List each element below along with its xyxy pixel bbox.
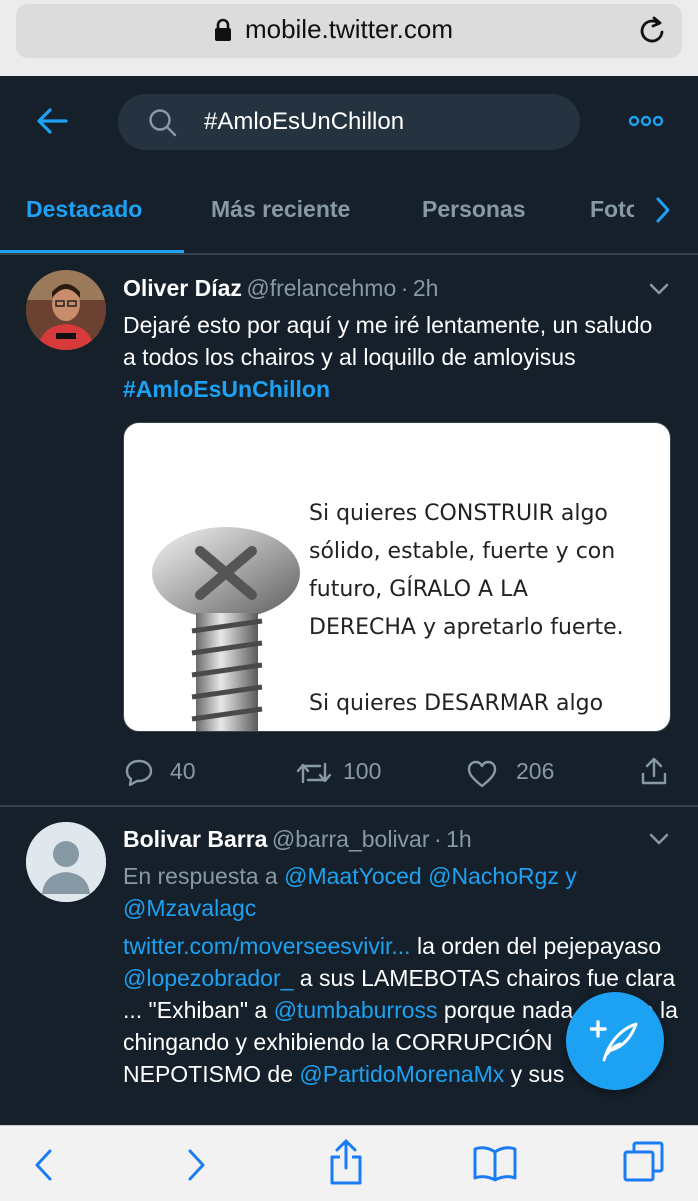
image-caption: Si quieres CONSTRUIR algo sólido, establ… (309, 495, 624, 731)
hashtag-link[interactable]: #AmloEsUnChillon (123, 376, 330, 402)
image-line: Si quieres DESARMAR algo (309, 691, 604, 716)
separator-dot: · (433, 826, 442, 852)
image-line (309, 647, 624, 685)
back-icon[interactable] (32, 1148, 54, 1182)
tweet-time[interactable]: 2h (413, 275, 439, 301)
image-line: DERECHA y apretarlo fuerte. (309, 615, 624, 640)
search-query[interactable]: #AmloEsUnChillon (204, 108, 404, 136)
tab-fotos[interactable]: Fotos (590, 196, 634, 223)
image-line: sólido, estable, fuerte y con (309, 539, 616, 564)
separator-dot: · (400, 275, 409, 301)
author-handle[interactable]: @frelancehmo (246, 275, 396, 301)
more-icon[interactable] (628, 114, 664, 128)
image-line: que NO SIRVA (309, 723, 624, 731)
tweet-text-body: chingando y exhibiendo la CORRUPCIÓN (123, 1029, 553, 1055)
tweet-header: Bolivar Barra @barra_bolivar · 1h (123, 826, 472, 853)
browser-url-bar: mobile.twitter.com (0, 0, 698, 76)
mention-link[interactable]: @NachoRgz (428, 863, 559, 889)
forward-icon[interactable] (186, 1148, 208, 1182)
tweet-text-body: la orden del pejepayaso (410, 933, 662, 959)
mention-link[interactable]: @PartidoMorenaMx (299, 1061, 504, 1087)
reply-icon[interactable] (124, 758, 154, 786)
compose-tweet-button[interactable] (566, 992, 664, 1090)
avatar[interactable] (26, 270, 106, 350)
arrow-left-icon[interactable] (36, 106, 68, 136)
retweet-icon[interactable] (296, 760, 332, 786)
search-icon (149, 109, 177, 137)
chevron-down-icon[interactable] (648, 832, 670, 846)
tab-mas-reciente[interactable]: Más reciente (211, 196, 350, 223)
compose-tweet-icon (590, 1020, 638, 1062)
tweet-image[interactable]: Si quieres CONSTRUIR algo sólido, establ… (123, 422, 671, 732)
tweet-divider (0, 805, 698, 807)
share-icon[interactable] (328, 1138, 364, 1186)
reload-icon[interactable] (638, 14, 668, 46)
mention-link[interactable]: @Mzavalagc (123, 895, 256, 921)
reply-prefix: En respuesta a (123, 863, 285, 889)
tweet-text: Dejaré esto por aquí y me iré lentamente… (123, 309, 653, 405)
author-handle[interactable]: @barra_bolivar (272, 826, 430, 852)
retweet-count: 100 (343, 758, 382, 784)
tweet-header: Oliver Díaz @frelancehmo · 2h (123, 275, 438, 302)
screw-icon (152, 527, 300, 731)
share-icon[interactable] (640, 756, 668, 786)
bookmarks-icon[interactable] (472, 1144, 518, 1182)
avatar[interactable] (26, 822, 106, 902)
url-text[interactable]: mobile.twitter.com (0, 14, 698, 45)
mention-link[interactable]: @lopezobrador_ (123, 965, 293, 991)
tweet-text-body: Dejaré esto por aquí y me iré lentamente… (123, 312, 653, 370)
chevron-down-icon[interactable] (648, 282, 670, 296)
tweet-time[interactable]: 1h (446, 826, 472, 852)
reply-join: y (558, 863, 577, 889)
like-count: 206 (516, 758, 555, 784)
reply-context: En respuesta a @MaatYoced @NachoRgz y @M… (123, 860, 643, 924)
reply-count: 40 (170, 758, 196, 784)
mention-link[interactable]: @tumbaburross (274, 997, 438, 1023)
tweet-text-body: NEPOTISMO de (123, 1061, 300, 1087)
like-icon[interactable] (466, 760, 498, 788)
tweet-text-body: y sus (504, 1061, 565, 1087)
tab-divider (0, 253, 698, 255)
author-name[interactable]: Bolivar Barra (123, 826, 267, 852)
browser-toolbar (0, 1125, 698, 1201)
image-line: Si quieres CONSTRUIR algo (309, 501, 608, 526)
tab-personas[interactable]: Personas (422, 196, 526, 223)
tabs-icon[interactable] (622, 1140, 666, 1184)
image-line: futuro, GÍRALO A LA (309, 577, 528, 602)
author-name[interactable]: Oliver Díaz (123, 275, 242, 301)
url-link[interactable]: twitter.com/moverseesvivir... (123, 933, 411, 959)
mention-link[interactable]: @MaatYoced (284, 863, 422, 889)
chevron-right-icon[interactable] (652, 196, 674, 224)
tab-destacado[interactable]: Destacado (26, 196, 142, 223)
